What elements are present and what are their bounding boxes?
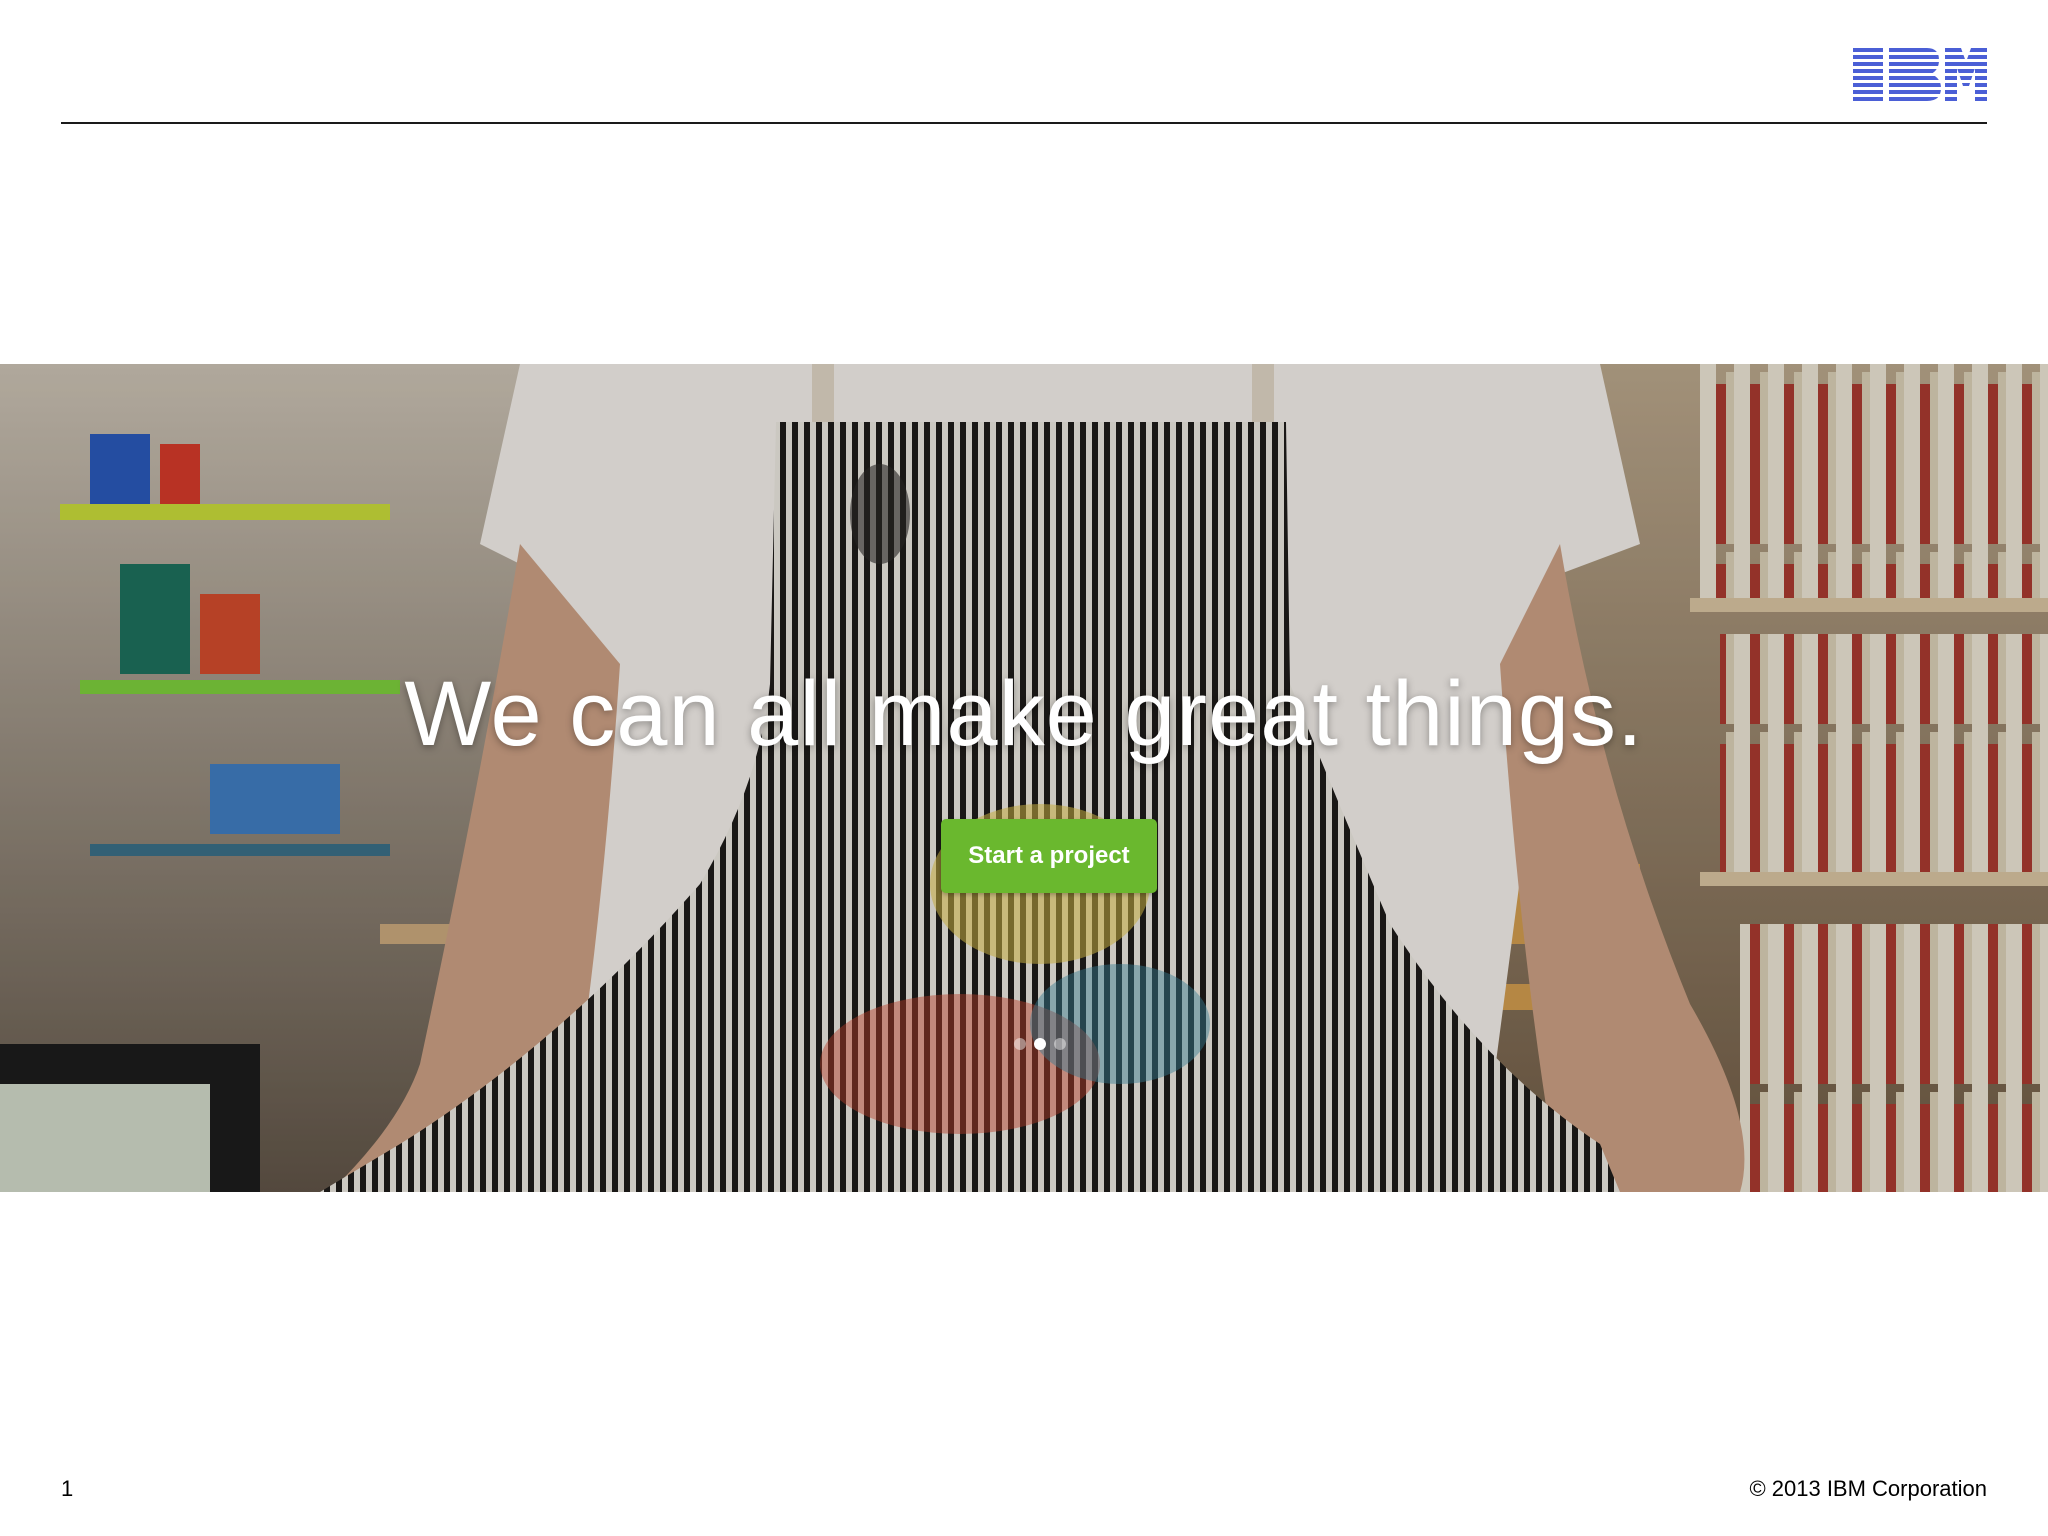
hero-banner: We can all make great things. Start a pr… — [0, 364, 2048, 1192]
ibm-logo — [1853, 48, 1987, 101]
hero-headline: We can all make great things. — [404, 663, 1644, 765]
copyright-notice: © 2013 IBM Corporation — [1749, 1476, 1987, 1501]
carousel-indicators — [1010, 1038, 1070, 1054]
start-project-button[interactable]: Start a project — [941, 819, 1157, 893]
carousel-dot[interactable] — [1014, 1038, 1026, 1050]
carousel-dot[interactable] — [1054, 1038, 1066, 1050]
header-divider — [61, 122, 1987, 124]
carousel-dot-active[interactable] — [1034, 1038, 1046, 1050]
hero-background-photo — [0, 364, 2048, 1192]
page-number: 1 — [61, 1476, 74, 1501]
slide: We can all make great things. Start a pr… — [0, 0, 2048, 1536]
